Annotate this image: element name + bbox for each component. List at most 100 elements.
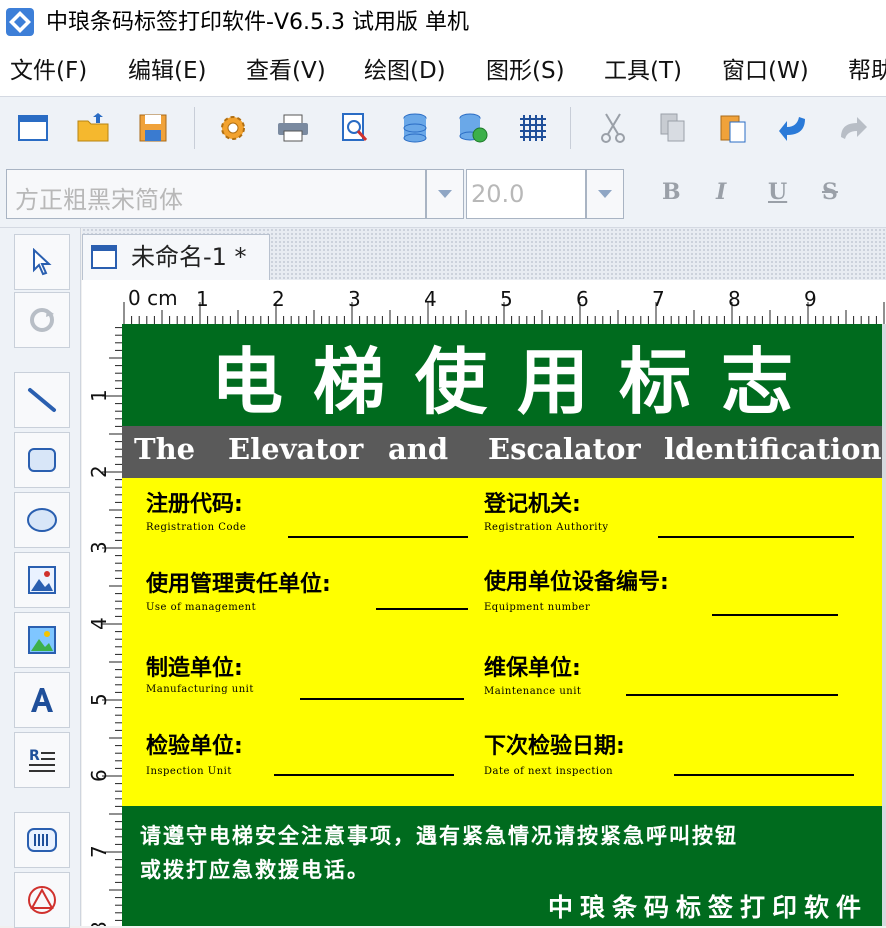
document-tab-bar: 未命名-1 * xyxy=(82,228,886,280)
menu-window[interactable]: 窗口(W) xyxy=(722,54,809,88)
save-icon[interactable] xyxy=(132,107,174,149)
field-underline xyxy=(658,536,854,538)
copy-icon[interactable] xyxy=(652,107,694,149)
image-tool-icon[interactable] xyxy=(14,552,70,608)
ruler-number: 8 xyxy=(728,287,741,311)
horizontal-ruler: 1 2 3 4 5 6 7 8 9 0 cm xyxy=(82,280,886,325)
notice-text-line-1[interactable]: 请遵守电梯安全注意事项，遇有紧急情况请按紧急呼叫按钮 xyxy=(140,820,738,850)
field-label-manufacturer[interactable]: 制造单位: xyxy=(146,656,243,682)
shape-tool-icon[interactable] xyxy=(14,872,70,928)
subtitle-word: and xyxy=(388,432,449,466)
cut-icon[interactable] xyxy=(592,107,634,149)
font-name-select[interactable]: 方正粗黑宋简体 xyxy=(6,169,426,219)
notice-text-line-2[interactable]: 或拨打应急救援电话。 xyxy=(140,854,370,884)
field-underline xyxy=(288,536,468,538)
font-size-dropdown-button[interactable] xyxy=(586,169,624,219)
ruler-number: 1 xyxy=(87,389,111,402)
label-fields-area: 注册代码: Registration Code 登记机关: Registrati… xyxy=(122,478,882,806)
field-sublabel: Registration Code xyxy=(146,522,247,533)
redo-icon[interactable] xyxy=(832,107,874,149)
menu-view[interactable]: 查看(V) xyxy=(246,54,326,88)
ruler-number: 8 xyxy=(87,921,111,926)
paste-icon[interactable] xyxy=(712,107,754,149)
menu-file[interactable]: 文件(F) xyxy=(10,54,87,88)
field-label-inspection-unit[interactable]: 检验单位: xyxy=(146,734,243,760)
chevron-down-icon xyxy=(598,190,612,198)
ruler-number: 1 xyxy=(196,287,209,311)
field-sublabel: Use of management xyxy=(146,602,257,613)
menu-edit[interactable]: 编辑(E) xyxy=(128,54,206,88)
label-title[interactable]: 电梯使用标志 xyxy=(122,324,882,426)
menu-bar: 文件(F) 编辑(E) 查看(V) 绘图(D) 图形(S) 工具(T) 窗口(W… xyxy=(0,46,886,96)
bold-button[interactable]: B xyxy=(662,179,681,205)
italic-button[interactable]: I xyxy=(716,179,726,205)
menu-draw[interactable]: 绘图(D) xyxy=(364,54,446,88)
field-sublabel: Maintenance unit xyxy=(484,686,582,697)
rectangle-tool-icon[interactable] xyxy=(14,432,70,488)
field-underline xyxy=(300,698,464,700)
label-subtitle[interactable]: The Elevator and Escalator ldentificatio… xyxy=(122,426,882,478)
ruler-number: 5 xyxy=(87,693,111,706)
menu-help[interactable]: 帮助 xyxy=(848,54,886,88)
ruler-unit-label: 0 cm xyxy=(128,286,178,310)
ruler-number: 6 xyxy=(576,287,589,311)
underline-button[interactable]: U xyxy=(768,179,787,205)
subtitle-word: ldentification xyxy=(664,432,882,466)
field-label-maintenance[interactable]: 维保单位: xyxy=(484,656,581,682)
field-underline xyxy=(626,694,838,696)
elevator-label[interactable]: 电梯使用标志 The Elevator and Escalator ldenti… xyxy=(122,324,882,926)
title-bar: 中琅条码标签打印软件-V6.5.3 试用版 单机 xyxy=(0,0,886,46)
ruler-number: 4 xyxy=(424,287,437,311)
label-title-text: 电梯使用标志 xyxy=(210,338,823,424)
field-label-registration-code[interactable]: 注册代码: xyxy=(146,492,243,518)
new-document-icon[interactable] xyxy=(12,107,54,149)
picture-tool-icon[interactable] xyxy=(14,612,70,668)
field-label-registration-authority[interactable]: 登记机关: xyxy=(484,492,581,518)
chevron-down-icon xyxy=(438,190,452,198)
ruler-number: 5 xyxy=(500,287,513,311)
field-label-equipment-number[interactable]: 使用单位设备编号: xyxy=(484,570,669,596)
menu-shape[interactable]: 图形(S) xyxy=(486,54,565,88)
ruler-number: 4 xyxy=(87,617,111,630)
strikethrough-button[interactable]: S xyxy=(822,179,838,205)
ellipse-tool-icon[interactable] xyxy=(14,492,70,548)
font-size-value: 20.0 xyxy=(471,180,525,208)
field-label-next-inspection-date[interactable]: 下次检验日期: xyxy=(484,734,625,760)
ruler-number: 7 xyxy=(652,287,665,311)
open-folder-icon[interactable] xyxy=(72,107,114,149)
field-label-management[interactable]: 使用管理责任单位: xyxy=(146,572,331,598)
field-underline xyxy=(274,774,454,776)
app-logo-icon xyxy=(6,8,34,36)
font-size-input[interactable]: 20.0 xyxy=(466,169,586,219)
print-icon[interactable] xyxy=(272,107,314,149)
undo-icon[interactable] xyxy=(772,107,814,149)
ruler-number: 9 xyxy=(804,287,817,311)
design-canvas[interactable]: 电梯使用标志 The Elevator and Escalator ldenti… xyxy=(122,324,886,926)
field-underline xyxy=(674,774,854,776)
line-tool-icon[interactable] xyxy=(14,372,70,428)
settings-gear-icon[interactable] xyxy=(212,107,254,149)
brand-text[interactable]: 中琅条码标签打印软件 xyxy=(548,888,868,924)
field-sublabel: Inspection Unit xyxy=(146,766,232,777)
field-sublabel: Equipment number xyxy=(484,602,591,613)
ruler-number: 6 xyxy=(87,769,111,782)
subtitle-word: Elevator xyxy=(228,432,364,466)
rotate-icon[interactable] xyxy=(14,292,70,348)
text-tool-icon[interactable] xyxy=(14,672,70,728)
font-name-value: 方正粗黑宋简体 xyxy=(15,186,183,214)
database-settings-icon[interactable] xyxy=(452,107,494,149)
font-dropdown-button[interactable] xyxy=(426,169,464,219)
rich-text-tool-icon[interactable]: R xyxy=(14,732,70,788)
ruler-number: 7 xyxy=(87,845,111,858)
barcode-tool-icon[interactable] xyxy=(14,812,70,868)
grid-icon[interactable] xyxy=(512,107,554,149)
subtitle-word: The xyxy=(134,432,196,466)
database-icon[interactable] xyxy=(394,107,436,149)
field-sublabel: Manufacturing unit xyxy=(146,684,254,695)
format-toolbar: 方正粗黑宋简体 20.0 B I U S xyxy=(0,161,886,228)
select-arrow-icon[interactable] xyxy=(14,234,70,290)
svg-text:R: R xyxy=(29,748,40,764)
print-preview-icon[interactable] xyxy=(334,107,376,149)
menu-tools[interactable]: 工具(T) xyxy=(604,54,682,88)
document-tab[interactable]: 未命名-1 * xyxy=(82,234,270,280)
